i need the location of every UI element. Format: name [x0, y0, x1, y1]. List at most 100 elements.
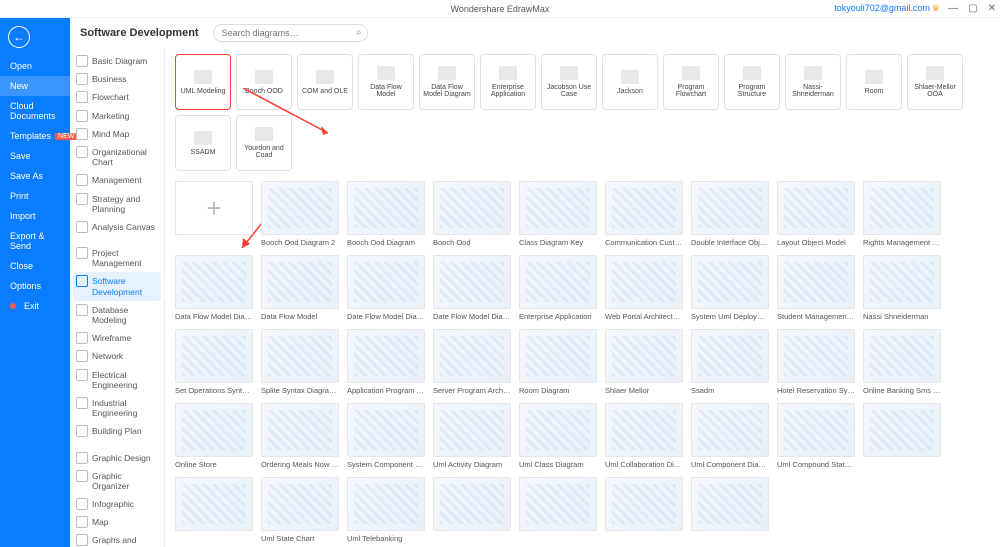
template-uml-component-diagram[interactable]: Uml Component Diagram	[691, 403, 769, 469]
nav-item-cloud-documents[interactable]: Cloud Documents	[0, 96, 70, 126]
type-yourdon-and-coad[interactable]: Yourdon and Coad	[236, 115, 292, 171]
new-blank-template[interactable]: +	[175, 181, 253, 247]
template-booch-ood[interactable]: Booch Ood	[433, 181, 511, 247]
user-email[interactable]: tokyouli702@gmail.com♛	[834, 3, 940, 14]
category-management[interactable]: Management	[70, 171, 164, 189]
type-enterprise-application[interactable]: Enterprise Application	[480, 54, 536, 110]
template-booch-ood-diagram[interactable]: Booch Ood Diagram	[347, 181, 425, 247]
back-button[interactable]: ←	[8, 26, 30, 48]
template-online-store[interactable]: Online Store	[175, 403, 253, 469]
template-date-flow-model-diagram[interactable]: Date Flow Model Diagram	[433, 255, 511, 321]
template-set-operations-syntax-diagram-e-[interactable]: Set Operations Syntax Diagram E…	[175, 329, 253, 395]
template-student-management-use-case[interactable]: Student Management Use Case	[777, 255, 855, 321]
nav-item-export-send[interactable]: Export & Send	[0, 226, 70, 256]
template-rights-management-object-model[interactable]: Rights Management Object Model	[863, 181, 941, 247]
category-mind-map[interactable]: Mind Map	[70, 125, 164, 143]
template-uml-telebanking[interactable]: Uml Telebanking	[347, 477, 425, 543]
template-label: Date Flow Model Diagram 2	[347, 312, 425, 321]
type-nassi-shneiderman[interactable]: Nassi-Shneiderman	[785, 54, 841, 110]
nav-item-save-as[interactable]: Save As	[0, 166, 70, 186]
template-uml-collaboration-diagram[interactable]: Uml Collaboration Diagram	[605, 403, 683, 469]
template-system-uml-deployment[interactable]: System Uml Deployment	[691, 255, 769, 321]
category-graphs-and-charts[interactable]: Graphs and Charts	[70, 531, 164, 547]
type-uml-modeling[interactable]: UML Modeling	[175, 54, 231, 110]
type-data-flow-model-diagram[interactable]: Data Flow Model Diagram	[419, 54, 475, 110]
template-communication-customer-requ-[interactable]: Communication Customer Requ…	[605, 181, 683, 247]
template-uml-activity-diagram[interactable]: Uml Activity Diagram	[433, 403, 511, 469]
category-infographic[interactable]: Infographic	[70, 495, 164, 513]
template-card[interactable]	[519, 477, 597, 543]
category-basic-diagram[interactable]: Basic Diagram	[70, 52, 164, 70]
type-jacobson-use-case[interactable]: Jacobson Use Case	[541, 54, 597, 110]
category-map[interactable]: Map	[70, 513, 164, 531]
category-flowchart[interactable]: Flowchart	[70, 88, 164, 106]
template-card[interactable]	[433, 477, 511, 543]
template-layout-object-model[interactable]: Layout Object Model	[777, 181, 855, 247]
template-uml-class-diagram[interactable]: Uml Class Diagram	[519, 403, 597, 469]
template-card[interactable]	[605, 477, 683, 543]
nav-item-import[interactable]: Import	[0, 206, 70, 226]
template-splite-syntax-diagram-example[interactable]: Splite Syntax Diagram Example	[261, 329, 339, 395]
type-program-structure[interactable]: Program Structure	[724, 54, 780, 110]
type-room[interactable]: Room	[846, 54, 902, 110]
template-booch-ood-diagram-[interactable]: Booch Ood Diagram 2	[261, 181, 339, 247]
category-marketing[interactable]: Marketing	[70, 107, 164, 125]
template-double-interface-object-model-[interactable]: Double Interface Object Model …	[691, 181, 769, 247]
category-wireframe[interactable]: Wireframe	[70, 329, 164, 347]
category-software-development[interactable]: Software Development	[73, 272, 161, 300]
template-data-flow-model-diagram[interactable]: Data Flow Model Diagram	[175, 255, 253, 321]
template-uml-compound-statechart[interactable]: Uml Compound Statechart	[777, 403, 855, 469]
category-building-plan[interactable]: Building Plan	[70, 422, 164, 440]
template-card[interactable]	[863, 403, 941, 469]
category-project-management[interactable]: Project Management	[70, 244, 164, 272]
template-web-portal-architecture-diagram[interactable]: Web Portal Architecture Diagram	[605, 255, 683, 321]
category-database-modeling[interactable]: Database Modeling	[70, 301, 164, 329]
type-ssadm[interactable]: SSADM	[175, 115, 231, 171]
template-application-program-architecture[interactable]: Application Program Architecture	[347, 329, 425, 395]
type-shlaer-mellor-ooa[interactable]: Shlaer-Mellor OOA	[907, 54, 963, 110]
maximize-button[interactable]: ▢	[968, 3, 977, 14]
template-enterprise-application[interactable]: Enterprise Application	[519, 255, 597, 321]
template-nassi-shneiderman[interactable]: Nassi Shneiderman	[863, 255, 941, 321]
template-system-component-diagram[interactable]: System Component Diagram	[347, 403, 425, 469]
nav-item-templates[interactable]: TemplatesNEW	[0, 126, 70, 146]
template-class-diagram-key[interactable]: Class Diagram Key	[519, 181, 597, 247]
template-date-flow-model-diagram-[interactable]: Date Flow Model Diagram 2	[347, 255, 425, 321]
template-ordering-meals-now-web-service[interactable]: Ordering Meals Now Web Service	[261, 403, 339, 469]
close-button[interactable]: ✕	[988, 3, 996, 14]
template-card[interactable]	[691, 477, 769, 543]
nav-item-close[interactable]: Close	[0, 256, 70, 276]
category-electrical-engineering[interactable]: Electrical Engineering	[70, 366, 164, 394]
category-graphic-organizer[interactable]: Graphic Organizer	[70, 467, 164, 495]
nav-item-save[interactable]: Save	[0, 146, 70, 166]
nav-item-exit[interactable]: Exit	[0, 296, 70, 316]
type-data-flow-model[interactable]: Data Flow Model	[358, 54, 414, 110]
template-online-banking-sms-customer-s-[interactable]: Online Banking Sms Customer S…	[863, 329, 941, 395]
template-card[interactable]	[175, 477, 253, 543]
search-input[interactable]	[213, 24, 368, 42]
template-ssadm[interactable]: Ssadm	[691, 329, 769, 395]
template-data-flow-model[interactable]: Data Flow Model	[261, 255, 339, 321]
minimize-button[interactable]: —	[948, 3, 958, 14]
category-strategy-and-planning[interactable]: Strategy and Planning	[70, 190, 164, 218]
template-shlaer-mellor[interactable]: Shlaer Mellor	[605, 329, 683, 395]
template-room-diagram[interactable]: Room Diagram	[519, 329, 597, 395]
search-icon[interactable]: ⌕	[356, 27, 362, 38]
nav-item-options[interactable]: Options	[0, 276, 70, 296]
category-graphic-design[interactable]: Graphic Design	[70, 449, 164, 467]
type-jackson[interactable]: Jackson	[602, 54, 658, 110]
category-analysis-canvas[interactable]: Analysis Canvas	[70, 218, 164, 236]
type-com-and-ole[interactable]: COM and OLE	[297, 54, 353, 110]
nav-item-new[interactable]: New	[0, 76, 70, 96]
nav-item-print[interactable]: Print	[0, 186, 70, 206]
type-program-flowchart[interactable]: Program Flowchart	[663, 54, 719, 110]
category-industrial-engineering[interactable]: Industrial Engineering	[70, 394, 164, 422]
type-booch-ood[interactable]: Booch OOD	[236, 54, 292, 110]
category-organizational-chart[interactable]: Organizational Chart	[70, 143, 164, 171]
template-hotel-reservation-system[interactable]: Hotel Reservation System	[777, 329, 855, 395]
category-network[interactable]: Network	[70, 347, 164, 365]
template-server-program-architecture[interactable]: Server Program Architecture	[433, 329, 511, 395]
category-business[interactable]: Business	[70, 70, 164, 88]
nav-item-open[interactable]: Open	[0, 56, 70, 76]
template-uml-state-chart[interactable]: Uml State Chart	[261, 477, 339, 543]
